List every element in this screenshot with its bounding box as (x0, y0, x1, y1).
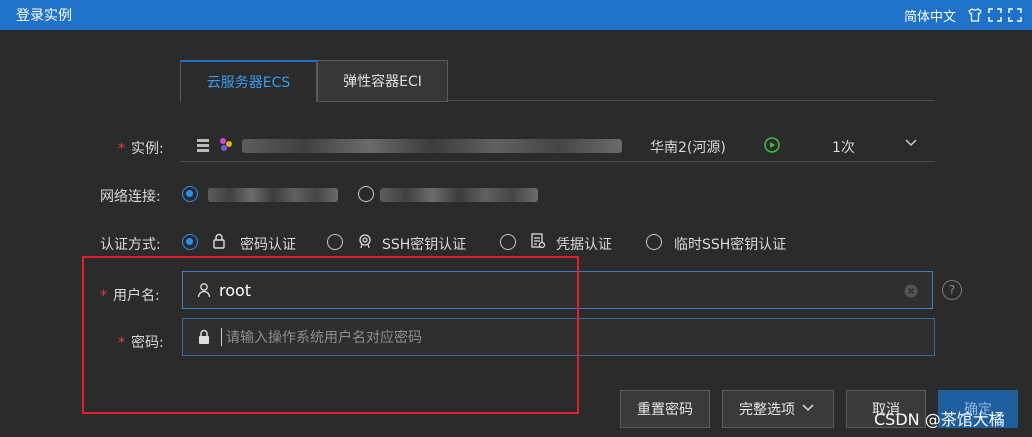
shirt-icon[interactable] (966, 6, 984, 24)
auth-radio-ssh[interactable] (327, 234, 343, 250)
reset-password-button[interactable]: 重置密码 (620, 390, 710, 428)
network-radio-public[interactable] (358, 186, 374, 202)
auth-option-credential[interactable]: 凭据认证 (556, 234, 612, 254)
language-selector[interactable]: 简体中文 (904, 6, 956, 25)
login-tabs: 云服务器ECS 弹性容器ECI (180, 60, 935, 102)
private-ip-redacted (208, 188, 338, 202)
instance-name-redacted (242, 139, 622, 153)
instance-region: 华南2(河源) (650, 140, 726, 156)
credential-doc-icon (530, 233, 546, 249)
server-icon (196, 137, 212, 153)
fullscreen-icon[interactable] (986, 6, 1004, 24)
public-ip-redacted (380, 188, 538, 202)
instance-label: * 实例: (118, 141, 164, 157)
lock-icon (212, 233, 228, 249)
window-titlebar: 登录实例 简体中文 (0, 0, 1032, 30)
full-options-label: 完整选项 (739, 402, 795, 418)
help-icon[interactable]: ? (942, 280, 962, 300)
highlight-annotation-box (82, 256, 579, 414)
full-options-button[interactable]: 完整选项 (722, 390, 834, 428)
os-logo-icon (218, 136, 234, 152)
running-status-icon (764, 137, 780, 153)
auth-radio-password[interactable] (182, 234, 198, 250)
auth-label: 认证方式: (100, 237, 161, 253)
network-radio-private[interactable] (182, 186, 198, 202)
window-title: 登录实例 (16, 8, 72, 24)
auth-option-password[interactable]: 密码认证 (240, 234, 296, 254)
auth-option-temp-ssh[interactable]: 临时SSH密钥认证 (674, 234, 786, 254)
network-label: 网络连接: (100, 189, 161, 205)
tab-eci[interactable]: 弹性容器ECI (317, 60, 448, 102)
chevron-down-icon (801, 401, 817, 417)
instance-select[interactable]: 华南2(河源) 1次 (180, 128, 935, 162)
csdn-watermark: CSDN @茶馆大橘 (874, 410, 1005, 429)
close-icon[interactable] (1006, 6, 1024, 24)
auth-radio-credential[interactable] (500, 234, 516, 250)
auth-radio-temp-ssh[interactable] (646, 234, 662, 250)
tab-ecs[interactable]: 云服务器ECS (180, 60, 317, 102)
auth-option-ssh[interactable]: SSH密钥认证 (382, 234, 466, 254)
clear-input-icon[interactable] (904, 284, 920, 300)
key-badge-icon (357, 233, 373, 249)
chevron-down-icon[interactable] (904, 136, 920, 152)
instance-count: 1次 (832, 140, 855, 156)
